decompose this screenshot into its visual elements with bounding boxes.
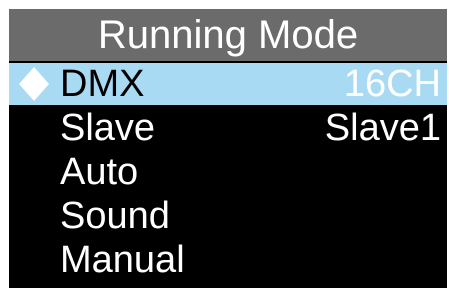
menu-item-label: Manual bbox=[60, 239, 185, 281]
page-title: Running Mode bbox=[9, 9, 447, 61]
menu-item-label: Slave bbox=[60, 107, 156, 149]
menu-item-auto[interactable]: Auto bbox=[9, 151, 447, 193]
menu-item-label: Auto bbox=[60, 151, 139, 193]
menu-item-slave[interactable]: Slave Slave1 bbox=[9, 107, 447, 149]
lcd-screen: Running Mode DMX 16CH Slave Slave1 Auto … bbox=[9, 9, 447, 288]
diamond-icon bbox=[15, 63, 53, 105]
menu-item-manual[interactable]: Manual bbox=[9, 239, 447, 281]
menu-item-sound[interactable]: Sound bbox=[9, 195, 447, 237]
menu-item-label: DMX bbox=[60, 63, 145, 105]
menu-item-value: 16CH bbox=[343, 63, 441, 105]
menu-item-label: Sound bbox=[60, 195, 170, 237]
menu-item-value: Slave1 bbox=[324, 107, 441, 149]
menu-item-dmx[interactable]: DMX 16CH bbox=[9, 63, 447, 105]
